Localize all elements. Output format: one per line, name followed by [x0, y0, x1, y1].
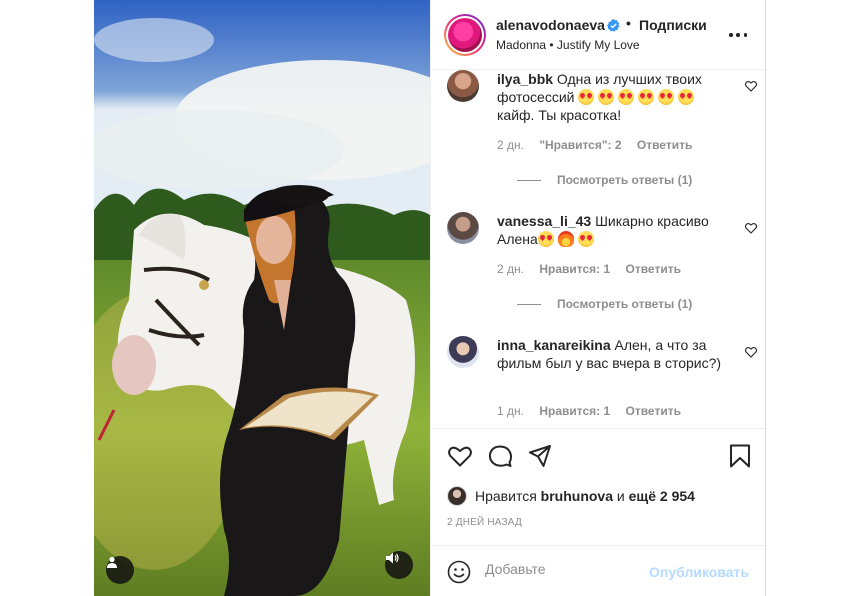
more-options-icon[interactable]: [729, 27, 747, 43]
comment-likes[interactable]: Нравится: 1: [539, 404, 610, 418]
separator-dot: •: [626, 15, 631, 31]
post-photo: [94, 0, 430, 596]
comment-item: ilya_bbk Одна из лучших твоих фотосессий…: [447, 70, 757, 210]
bookmark-icon[interactable]: [727, 443, 753, 469]
likes-count[interactable]: ещё 2 954: [629, 488, 695, 504]
comment-text: inna_kanareikina Ален, а что за фильм бы…: [497, 337, 722, 371]
commenter-username[interactable]: ilya_bbk: [497, 71, 553, 87]
commenter-username[interactable]: inna_kanareikina: [497, 337, 611, 353]
comment-icon[interactable]: [487, 443, 513, 469]
audio-label[interactable]: Madonna • Justify My Love: [496, 38, 640, 52]
comment-text: vanessa_li_43 Шикарно красиво Алена: [497, 213, 709, 247]
comment-meta: 2 дн. Нравится: 1 Ответить: [497, 262, 693, 276]
tagged-users-button[interactable]: [106, 556, 134, 584]
author-avatar[interactable]: [444, 14, 486, 56]
comment-likes[interactable]: Нравится: 1: [539, 262, 610, 276]
commenter-avatar[interactable]: [447, 212, 479, 244]
commenter-username[interactable]: vanessa_li_43: [497, 213, 591, 229]
reply-button[interactable]: Ответить: [637, 138, 692, 152]
liker-username[interactable]: bruhunova: [541, 488, 613, 504]
comment-like-icon[interactable]: [745, 80, 757, 92]
commenter-avatar[interactable]: [447, 70, 479, 102]
liker-avatar[interactable]: [447, 486, 467, 506]
post-date[interactable]: 2 ДНЕЙ НАЗАД: [447, 517, 522, 528]
heart-icon[interactable]: [447, 443, 473, 469]
comment-like-icon[interactable]: [745, 222, 757, 234]
comment-meta: 1 дн. Нравится: 1 Ответить: [497, 404, 693, 418]
reply-button[interactable]: Ответить: [626, 404, 681, 418]
publish-button[interactable]: Опубликовать: [649, 564, 749, 580]
sound-toggle-button[interactable]: [385, 551, 413, 579]
commenter-avatar[interactable]: [447, 336, 479, 368]
post-media[interactable]: [94, 0, 430, 596]
post-sidebar: alenavodonaeva • Подписки Madonna • Just…: [430, 0, 766, 596]
comment-item: inna_kanareikina Ален, а что за фильм бы…: [447, 336, 757, 428]
verified-icon: [607, 19, 620, 32]
comment-likes[interactable]: "Нравится": 2: [539, 138, 621, 152]
comment-time[interactable]: 2 дн.: [497, 138, 524, 152]
share-icon[interactable]: [527, 443, 553, 469]
likes-summary[interactable]: Нравится bruhunova и ещё 2 954: [447, 486, 695, 506]
post-actions: Нравится bruhunova и ещё 2 954 2 ДНЕЙ НА…: [431, 428, 765, 545]
comment-like-icon[interactable]: [745, 346, 757, 358]
comment-item: vanessa_li_43 Шикарно красиво Алена 2 дн…: [447, 212, 757, 332]
comment-text: ilya_bbk Одна из лучших твоих фотосессий…: [497, 71, 702, 123]
post-header: alenavodonaeva • Подписки Madonna • Just…: [431, 0, 765, 70]
add-comment-bar: Опубликовать: [431, 545, 765, 596]
comment-time[interactable]: 2 дн.: [497, 262, 524, 276]
view-replies-button[interactable]: Посмотреть ответы (1): [517, 297, 692, 311]
view-replies-button[interactable]: Посмотреть ответы (1): [517, 173, 692, 187]
sound-icon: [386, 552, 399, 564]
comment-time[interactable]: 1 дн.: [497, 404, 524, 418]
emoji-icon[interactable]: [447, 560, 471, 584]
comment-input[interactable]: [485, 561, 665, 577]
comments-list[interactable]: ilya_bbk Одна из лучших твоих фотосессий…: [431, 70, 765, 428]
user-tag-icon: [107, 556, 117, 568]
reply-button[interactable]: Ответить: [626, 262, 681, 276]
author-username[interactable]: alenavodonaeva: [496, 17, 605, 33]
following-button[interactable]: Подписки: [639, 17, 707, 33]
comment-meta: 2 дн. "Нравится": 2 Ответить: [497, 138, 704, 152]
